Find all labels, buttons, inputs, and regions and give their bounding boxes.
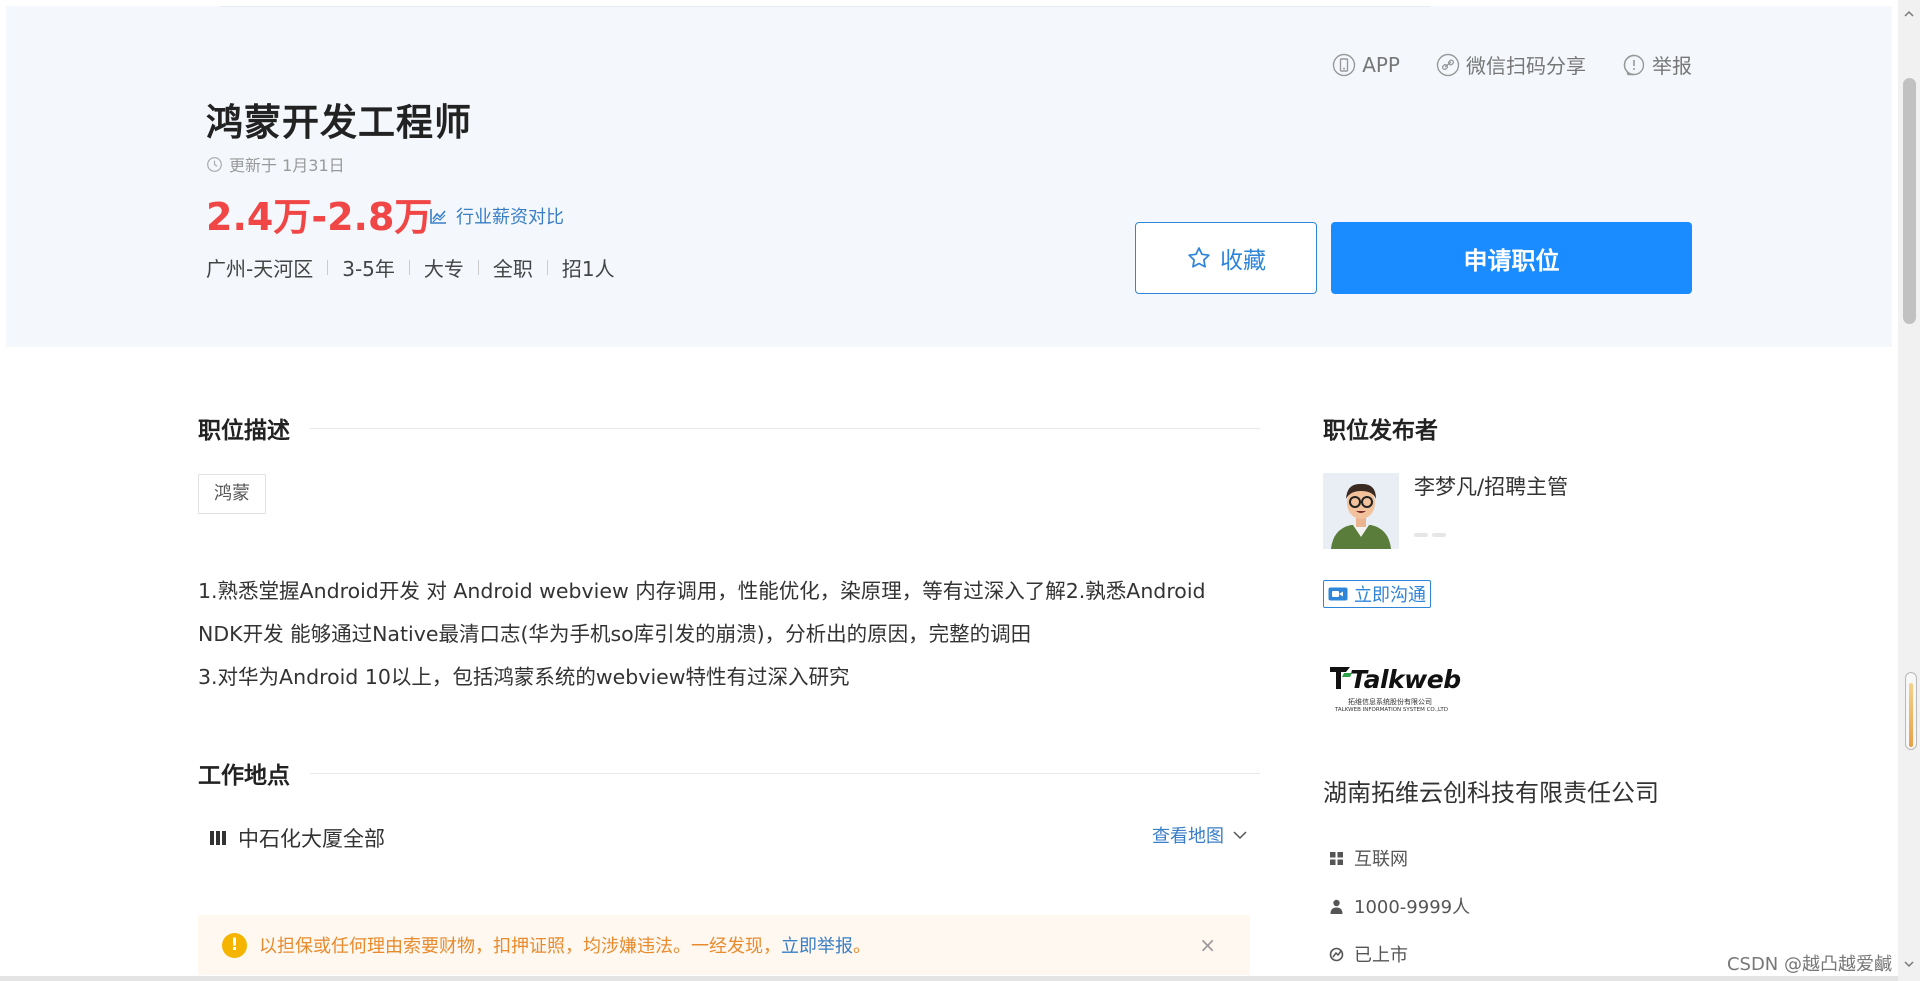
description-line: 3.对华为Android 10以上，包括鸿蒙系统的webview特性有过深入研究 <box>198 665 850 689</box>
work-address: 中石化大厦全部 <box>208 823 385 853</box>
report-now-link[interactable]: 立即举报 <box>781 932 853 958</box>
skill-tag: 鸿蒙 <box>198 474 266 514</box>
company-industry: 互联网 <box>1329 845 1408 871</box>
warning-text: 以担保或任何理由索要财物，扣押证照，均涉嫌违法。一经发现， <box>259 936 781 957</box>
company-size-text: 1000-9999人 <box>1354 897 1471 918</box>
report-icon <box>1623 54 1645 75</box>
meta-education: 大专 <box>423 257 464 281</box>
avatar[interactable] <box>1323 473 1399 549</box>
favorite-button[interactable]: 收藏 <box>1135 222 1317 294</box>
update-time: 更新于 1月31日 <box>206 152 345 176</box>
report-link[interactable]: 举报 <box>1622 50 1692 79</box>
update-time-text: 更新于 1月31日 <box>229 156 345 175</box>
company-logo-en: TALKWEB INFORMATION SYSTEM CO.,LTD <box>1335 707 1448 713</box>
mobile-icon <box>1332 53 1356 76</box>
link-icon <box>1436 53 1460 76</box>
description-line: NDK开发 能够通过Native最清口志(华为手机so库引发的崩溃)，分析出的原… <box>198 622 1032 646</box>
chart-icon <box>430 209 446 224</box>
meta-job-type: 全职 <box>492 257 533 281</box>
warning-icon: ! <box>222 932 247 958</box>
company-logo-wordmark: Talkweb <box>1350 665 1461 694</box>
side-float-widget[interactable] <box>1905 672 1917 750</box>
apply-button[interactable]: 申请职位 <box>1331 222 1692 294</box>
company-logo-mark <box>1330 667 1352 689</box>
salary: 2.4万-2.8万 <box>206 195 433 239</box>
job-description: 1.熟悉堂握Android开发 对 Android webview 内存调用，性… <box>198 570 1258 699</box>
page-scrollbar[interactable] <box>1898 0 1920 981</box>
building-icon <box>210 831 226 845</box>
fraud-warning-banner: ! 以担保或任何理由索要财物，扣押证照，均涉嫌违法。一经发现， 立即举报 。 × <box>198 915 1250 975</box>
meta-headcount: 招1人 <box>561 257 615 281</box>
description-line: 1.熟悉堂握Android开发 对 Android webview 内存调用，性… <box>198 579 1206 603</box>
chat-now-button[interactable]: 立即沟通 <box>1323 580 1431 608</box>
app-link[interactable]: APP <box>1332 53 1400 77</box>
company-logo[interactable]: Talkweb 拓维信息系统股份有限公司 TALKWEB INFORMATION… <box>1330 665 1470 715</box>
meta-experience: 3-5年 <box>342 257 395 281</box>
description-section-header: 职位描述 <box>198 411 1260 445</box>
star-icon <box>1188 247 1210 268</box>
meta-location: 广州-天河区 <box>206 257 314 281</box>
location-divider <box>310 772 1260 774</box>
company-listing-status: 已上市 <box>1329 941 1408 967</box>
recruiter-name: 李梦凡/招聘主管 <box>1414 475 1569 499</box>
description-heading: 职位描述 <box>198 418 290 444</box>
bottom-edge <box>0 976 1898 981</box>
scroll-down-arrow[interactable] <box>1902 958 1916 970</box>
company-logo-cn: 拓维信息系统股份有限公司 <box>1348 698 1432 706</box>
recruiter-avatar-image <box>1323 473 1399 549</box>
view-map-label: 查看地图 <box>1152 826 1224 847</box>
job-title: 鸿蒙开发工程师 <box>206 101 472 144</box>
description-divider <box>310 427 1260 429</box>
stock-icon <box>1329 947 1344 961</box>
work-address-text: 中石化大厦全部 <box>238 827 385 851</box>
salary-compare-label: 行业薪资对比 <box>456 207 564 228</box>
chevron-down-icon <box>1233 831 1247 840</box>
wechat-share-link[interactable]: 微信扫码分享 <box>1436 50 1586 79</box>
chat-now-label: 立即沟通 <box>1354 585 1426 606</box>
view-map-link[interactable]: 查看地图 <box>1152 822 1248 848</box>
company-industry-text: 互联网 <box>1354 849 1408 870</box>
close-warning-button[interactable]: × <box>1199 933 1216 957</box>
location-section-header: 工作地点 <box>198 756 1260 790</box>
job-meta: 广州-天河区 3-5年 大专 全职 招1人 <box>206 253 629 282</box>
header-top-divider <box>220 6 1430 7</box>
salary-compare-link[interactable]: 行业薪资对比 <box>428 203 564 229</box>
clock-icon <box>207 156 222 172</box>
person-icon <box>1330 899 1343 914</box>
company-name[interactable]: 湖南拓维云创科技有限责任公司 <box>1323 773 1659 808</box>
favorite-button-label: 收藏 <box>1220 248 1266 274</box>
wechat-share-label: 微信扫码分享 <box>1466 54 1586 78</box>
location-heading: 工作地点 <box>198 763 290 789</box>
grid-icon <box>1330 851 1343 865</box>
warning-end: 。 <box>853 936 871 957</box>
poster-heading: 职位发布者 <box>1323 418 1438 444</box>
recruiter-status-placeholder <box>1414 522 1452 537</box>
top-links: APP 微信扫码分享 举报 <box>1332 50 1692 79</box>
scroll-up-arrow[interactable] <box>1902 8 1916 20</box>
scrollbar-thumb[interactable] <box>1903 78 1916 324</box>
app-link-label: APP <box>1362 52 1400 77</box>
watermark: CSDN @越凸越爱鹹 <box>1726 954 1892 975</box>
company-size: 1000-9999人 <box>1329 893 1470 919</box>
report-label: 举报 <box>1652 54 1692 78</box>
video-chat-icon <box>1328 587 1348 601</box>
company-status-text: 已上市 <box>1354 945 1408 966</box>
